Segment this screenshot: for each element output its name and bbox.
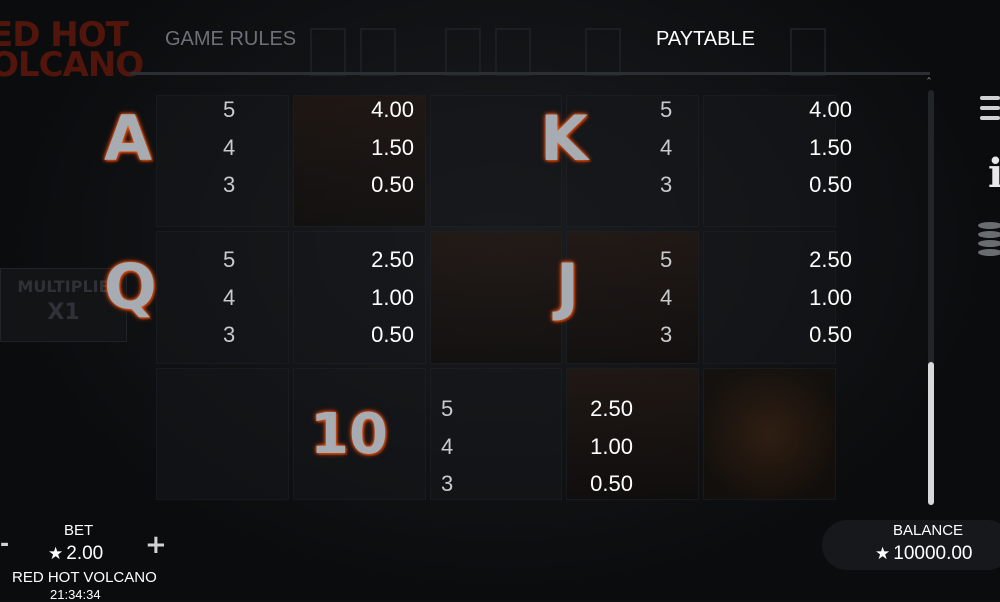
paytable-j: 5 2.50 4 1.00 3 0.50 [660,247,852,347]
reel-top-block [310,28,346,76]
paytable-q: 5 2.50 4 1.00 3 0.50 [223,247,414,347]
balance-value: ★ 10000.00 [875,543,973,564]
bet-label: BET [64,522,94,539]
reel-top-block [445,28,481,76]
bet-value: ★ 2.00 [48,543,104,564]
reel-top-block [790,28,826,76]
game-name: RED HOT VOLCANO [12,569,157,586]
symbol-k: K [540,102,589,175]
reel-top-block [360,28,396,76]
increase-bet-button[interactable]: + [145,530,167,560]
tab-paytable[interactable]: PAYTABLE [656,28,755,51]
game-logo: ED HOT OLCANO [0,15,144,85]
balance-label: BALANCE [893,522,964,539]
symbol-q: Q [104,250,157,323]
scrollbar-thumb[interactable] [928,362,934,505]
tab-game-rules[interactable]: GAME RULES [165,28,296,51]
chevron-up-icon[interactable]: ˆ [926,76,932,90]
paytable-k: 5 4.00 4 1.50 3 0.50 [660,97,852,197]
decrease-bet-button[interactable]: - [0,532,9,557]
reel-top-block [585,28,621,76]
symbol-a: A [104,102,152,175]
reel-top-block [495,28,531,76]
star-icon: ★ [48,544,64,563]
paytable-a: 5 4.00 4 1.50 3 0.50 [223,97,414,197]
paytable-10: 5 2.50 4 1.00 3 0.50 [441,396,633,496]
tab-divider [130,72,930,75]
info-icon[interactable]: i [988,150,1000,197]
menu-icon[interactable] [980,96,1000,126]
coins-icon[interactable] [978,222,1000,258]
symbol-10: 10 [310,402,388,467]
symbol-j: J [556,250,580,323]
star-icon: ★ [875,544,891,563]
